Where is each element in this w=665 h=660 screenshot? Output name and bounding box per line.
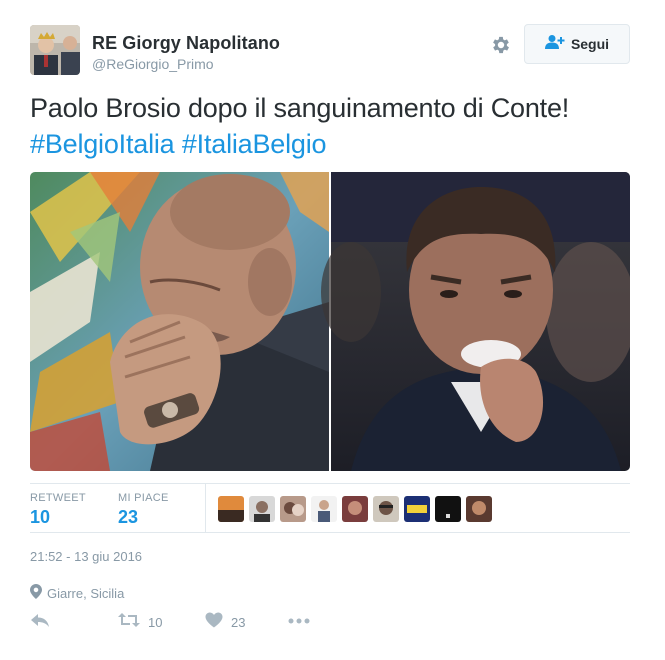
avatar[interactable]	[30, 25, 80, 75]
retweet-icon	[118, 612, 140, 633]
tweet-hashtags: #BelgioItalia #ItaliaBelgio	[30, 126, 640, 162]
user-handle[interactable]: @ReGiorgio_Primo	[92, 54, 280, 74]
like-stat-label: MI PIACE	[118, 492, 169, 504]
follow-label: Segui	[570, 36, 610, 52]
tweet-actions: 10 23	[30, 612, 630, 638]
retweet-action-count: 10	[148, 615, 163, 630]
reply-button[interactable]	[30, 612, 50, 633]
location-text: Giarre, Sicilia	[47, 585, 125, 601]
tweet-timestamp[interactable]: 21:52 - 13 giu 2016	[30, 549, 142, 564]
retweet-stat-label: RETWEET	[30, 492, 86, 504]
liker-avatar[interactable]	[466, 496, 492, 522]
liker-avatar[interactable]	[435, 496, 461, 522]
photo-right	[321, 172, 630, 471]
person-plus-icon	[544, 34, 565, 55]
tweet-stats: RETWEET 10 MI PIACE 23	[30, 483, 630, 533]
user-names: RE Giorgy Napolitano @ReGiorgio_Primo	[92, 32, 280, 74]
reply-icon	[30, 612, 50, 633]
liker-avatar[interactable]	[342, 496, 368, 522]
liker-avatar[interactable]	[373, 496, 399, 522]
tweet-text-main: Paolo Brosio dopo il sanguinamento di Co…	[30, 93, 570, 123]
hashtag-link[interactable]: #ItaliaBelgio	[182, 129, 327, 159]
heart-icon	[205, 612, 223, 633]
follow-button[interactable]: Segui	[524, 24, 630, 64]
display-name[interactable]: RE Giorgy Napolitano	[92, 32, 280, 54]
like-stat[interactable]: MI PIACE 23	[118, 491, 169, 529]
like-action-count: 23	[231, 615, 246, 630]
liker-avatar[interactable]	[404, 496, 430, 522]
liker-avatar[interactable]	[249, 496, 275, 522]
liker-avatar[interactable]	[280, 496, 306, 522]
like-stat-value: 23	[118, 507, 139, 527]
tweet-header: RE Giorgy Napolitano @ReGiorgio_Primo Se…	[30, 24, 630, 76]
tweet-location[interactable]: Giarre, Sicilia	[30, 584, 124, 602]
retweet-button[interactable]: 10	[118, 612, 162, 633]
tweet-media[interactable]	[30, 172, 630, 471]
more-icon	[288, 614, 310, 632]
hashtag-link[interactable]: #BelgioItalia	[30, 129, 175, 159]
liker-avatar[interactable]	[311, 496, 337, 522]
liker-avatar[interactable]	[218, 496, 244, 522]
stats-divider	[205, 484, 206, 532]
retweet-stat-value: 10	[30, 507, 51, 527]
photo-left	[30, 172, 329, 471]
liker-avatars	[218, 496, 492, 522]
more-button[interactable]	[288, 614, 310, 632]
tweet-text: Paolo Brosio dopo il sanguinamento di Co…	[30, 90, 640, 162]
like-button[interactable]: 23	[205, 612, 245, 633]
retweet-stat[interactable]: RETWEET 10	[30, 491, 86, 529]
gear-icon[interactable]	[490, 34, 512, 56]
location-pin-icon	[30, 584, 42, 602]
